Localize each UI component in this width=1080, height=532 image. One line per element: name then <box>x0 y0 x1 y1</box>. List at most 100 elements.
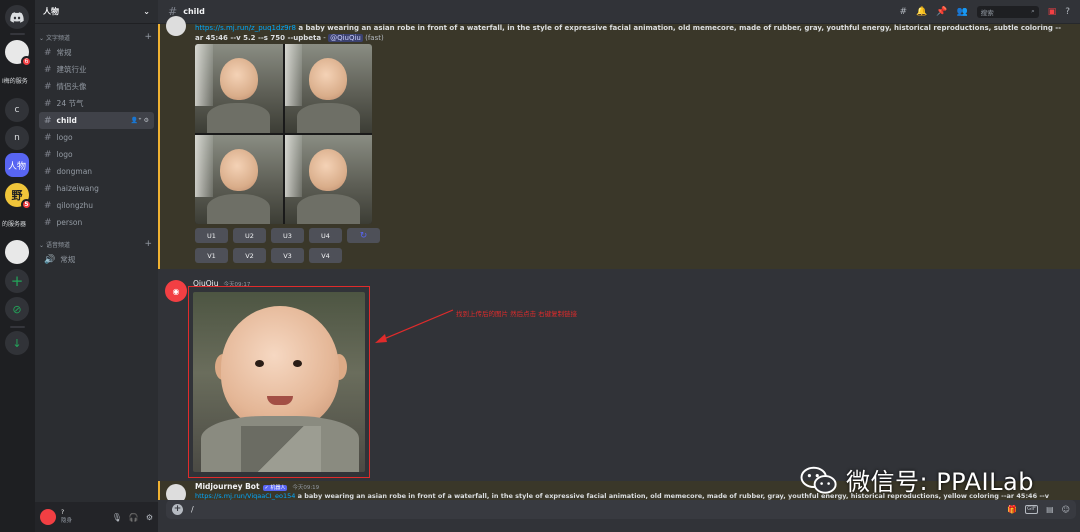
add-server-icon[interactable]: + <box>5 269 29 293</box>
grid-image[interactable] <box>195 44 283 133</box>
server-avatar-icon[interactable]: 6 <box>5 40 32 67</box>
prompt-link[interactable]: https://s.mj.run/z_puq1dz9r8 <box>195 24 296 32</box>
channel-label: 建筑行业 <box>56 65 87 74</box>
download-icon[interactable]: ↓ <box>5 331 29 355</box>
sticker-icon[interactable]: ▤ <box>1046 505 1054 514</box>
emoji-icon[interactable]: ☺ <box>1062 505 1070 514</box>
channel-item[interactable]: # 情侣头像 <box>39 78 154 95</box>
pin-icon[interactable]: 📌 <box>936 7 947 17</box>
gear-icon[interactable]: ⚙ <box>146 513 153 522</box>
composer-input[interactable]: / <box>191 505 194 514</box>
channel-item[interactable]: #24 节气 <box>39 95 154 112</box>
rail-divider <box>10 33 25 35</box>
v3-button[interactable]: V3 <box>271 248 304 263</box>
uploaded-image[interactable] <box>193 292 365 472</box>
author-name[interactable]: Midjourney Bot <box>195 482 260 491</box>
channel-label: person <box>56 218 83 227</box>
add-channel-icon[interactable]: + <box>144 239 152 249</box>
v2-button[interactable]: V2 <box>233 248 266 263</box>
image-grid[interactable] <box>195 44 372 224</box>
attach-plus-icon[interactable]: + <box>172 504 183 515</box>
server-ye[interactable]: 野 5 <box>5 183 32 210</box>
channel-item[interactable]: # haizeiwang <box>39 180 154 197</box>
gift-icon[interactable]: 🎁 <box>1007 505 1017 514</box>
header-toolbar: # 🔔 📌 👥 搜索 ⌕ ▣ ? <box>900 5 1070 18</box>
server-label: 的服务器 <box>2 221 27 228</box>
channel-item[interactable]: # logo <box>39 146 154 163</box>
category-voice[interactable]: ⌄ 语音频道 + <box>35 237 158 251</box>
channel-label: 情侣头像 <box>56 82 87 91</box>
help-icon[interactable]: ? <box>1065 7 1070 17</box>
server-label: I梅的服务 <box>2 78 28 85</box>
server-name: 人物 <box>43 7 59 16</box>
timestamp: 今天09:19 <box>292 485 320 491</box>
channel-label: dongman <box>56 167 93 176</box>
channel-item[interactable]: # 常规 <box>39 44 154 61</box>
hash-icon: # <box>44 132 52 143</box>
watermark-text: 微信号: PPAILab <box>846 468 1034 496</box>
hash-icon: # <box>44 115 52 126</box>
channel-item[interactable]: # dongman <box>39 163 154 180</box>
add-channel-icon[interactable]: + <box>144 32 152 42</box>
discord-avatar-icon[interactable]: ◉ <box>165 280 187 302</box>
avatar[interactable] <box>166 16 186 36</box>
gif-icon[interactable]: GIF <box>1025 505 1039 514</box>
inbox-icon[interactable]: ▣ <box>1048 7 1057 17</box>
invite-settings-icons[interactable]: 👤⁺ ⚙ <box>131 117 149 124</box>
voice-channel-item[interactable]: 🔊 常规 <box>39 251 154 268</box>
grid-image[interactable] <box>284 135 372 224</box>
channel-label: qilongzhu <box>56 201 94 210</box>
u2-button[interactable]: U2 <box>233 228 266 243</box>
channel-item[interactable]: # logo <box>39 129 154 146</box>
server-rail: 6 I梅的服务 c n 人物 野 5 的服务器 + ⊘ ↓ <box>0 0 35 532</box>
channel-label: 常规 <box>56 48 72 57</box>
channel-label: child <box>56 116 77 125</box>
u1-button[interactable]: U1 <box>195 228 228 243</box>
speed-label: (fast) <box>362 34 384 42</box>
members-icon[interactable]: 👥 <box>956 7 967 17</box>
hash-icon: # <box>44 166 52 177</box>
username: ? <box>61 509 65 516</box>
server-c[interactable]: c <box>5 98 29 122</box>
avatar[interactable] <box>40 509 56 525</box>
hash-icon: # <box>44 81 52 92</box>
grid-image[interactable] <box>195 135 283 224</box>
server-n[interactable]: n <box>5 126 29 150</box>
search-input[interactable]: 搜索 ⌕ <box>976 5 1039 18</box>
channel-item[interactable]: # qilongzhu <box>39 197 154 214</box>
server-avatar-icon[interactable] <box>5 240 29 264</box>
hash-icon: # <box>44 217 52 228</box>
channel-item-selected[interactable]: # child 👤⁺ ⚙ <box>39 112 154 129</box>
server-header[interactable]: 人物 ⌄ <box>35 0 158 24</box>
discord-home-icon[interactable] <box>5 5 29 29</box>
hash-icon: # <box>44 149 52 160</box>
prompt-link[interactable]: https://s.mj.run/ViqaaCI_eo154 <box>195 492 295 500</box>
bell-icon[interactable]: 🔔 <box>916 7 927 17</box>
explore-compass-icon[interactable]: ⊘ <box>5 297 29 321</box>
avatar[interactable] <box>166 484 186 500</box>
u3-button[interactable]: U3 <box>271 228 304 243</box>
threads-icon[interactable]: # <box>900 7 908 17</box>
chevron-down-icon: ⌄ <box>39 34 46 42</box>
server-glyph: c <box>14 105 20 115</box>
channel-item[interactable]: # person <box>39 214 154 231</box>
mic-muted-icon[interactable]: 🎙 <box>112 513 122 522</box>
refresh-icon[interactable]: ↻ <box>347 228 380 243</box>
v1-button[interactable]: V1 <box>195 248 228 263</box>
channel-label: haizeiwang <box>56 184 99 193</box>
user-mention[interactable]: @QiuQiu <box>328 34 363 42</box>
wechat-watermark: 微信号: PPAILab <box>798 462 1034 497</box>
headphones-icon[interactable]: 🎧 <box>129 513 139 522</box>
channel-label: logo <box>56 133 73 142</box>
message-text: https://s.mj.run/z_puq1dz9r8 a baby wear… <box>195 23 1065 43</box>
u4-button[interactable]: U4 <box>309 228 342 243</box>
message-composer[interactable]: + / 🎁 GIF ▤ ☺ <box>166 500 1076 519</box>
v4-button[interactable]: V4 <box>309 248 342 263</box>
server-renwu[interactable]: 人物 <box>5 153 29 177</box>
category-label: 语音频道 <box>45 241 70 249</box>
grid-image[interactable] <box>284 44 372 133</box>
server-glyph: 人物 <box>7 161 26 172</box>
channel-item[interactable]: # 建筑行业 <box>39 61 154 78</box>
category-text[interactable]: ⌄ 文字频道 + <box>35 30 158 44</box>
search-icon: ⌕ <box>1031 7 1035 15</box>
